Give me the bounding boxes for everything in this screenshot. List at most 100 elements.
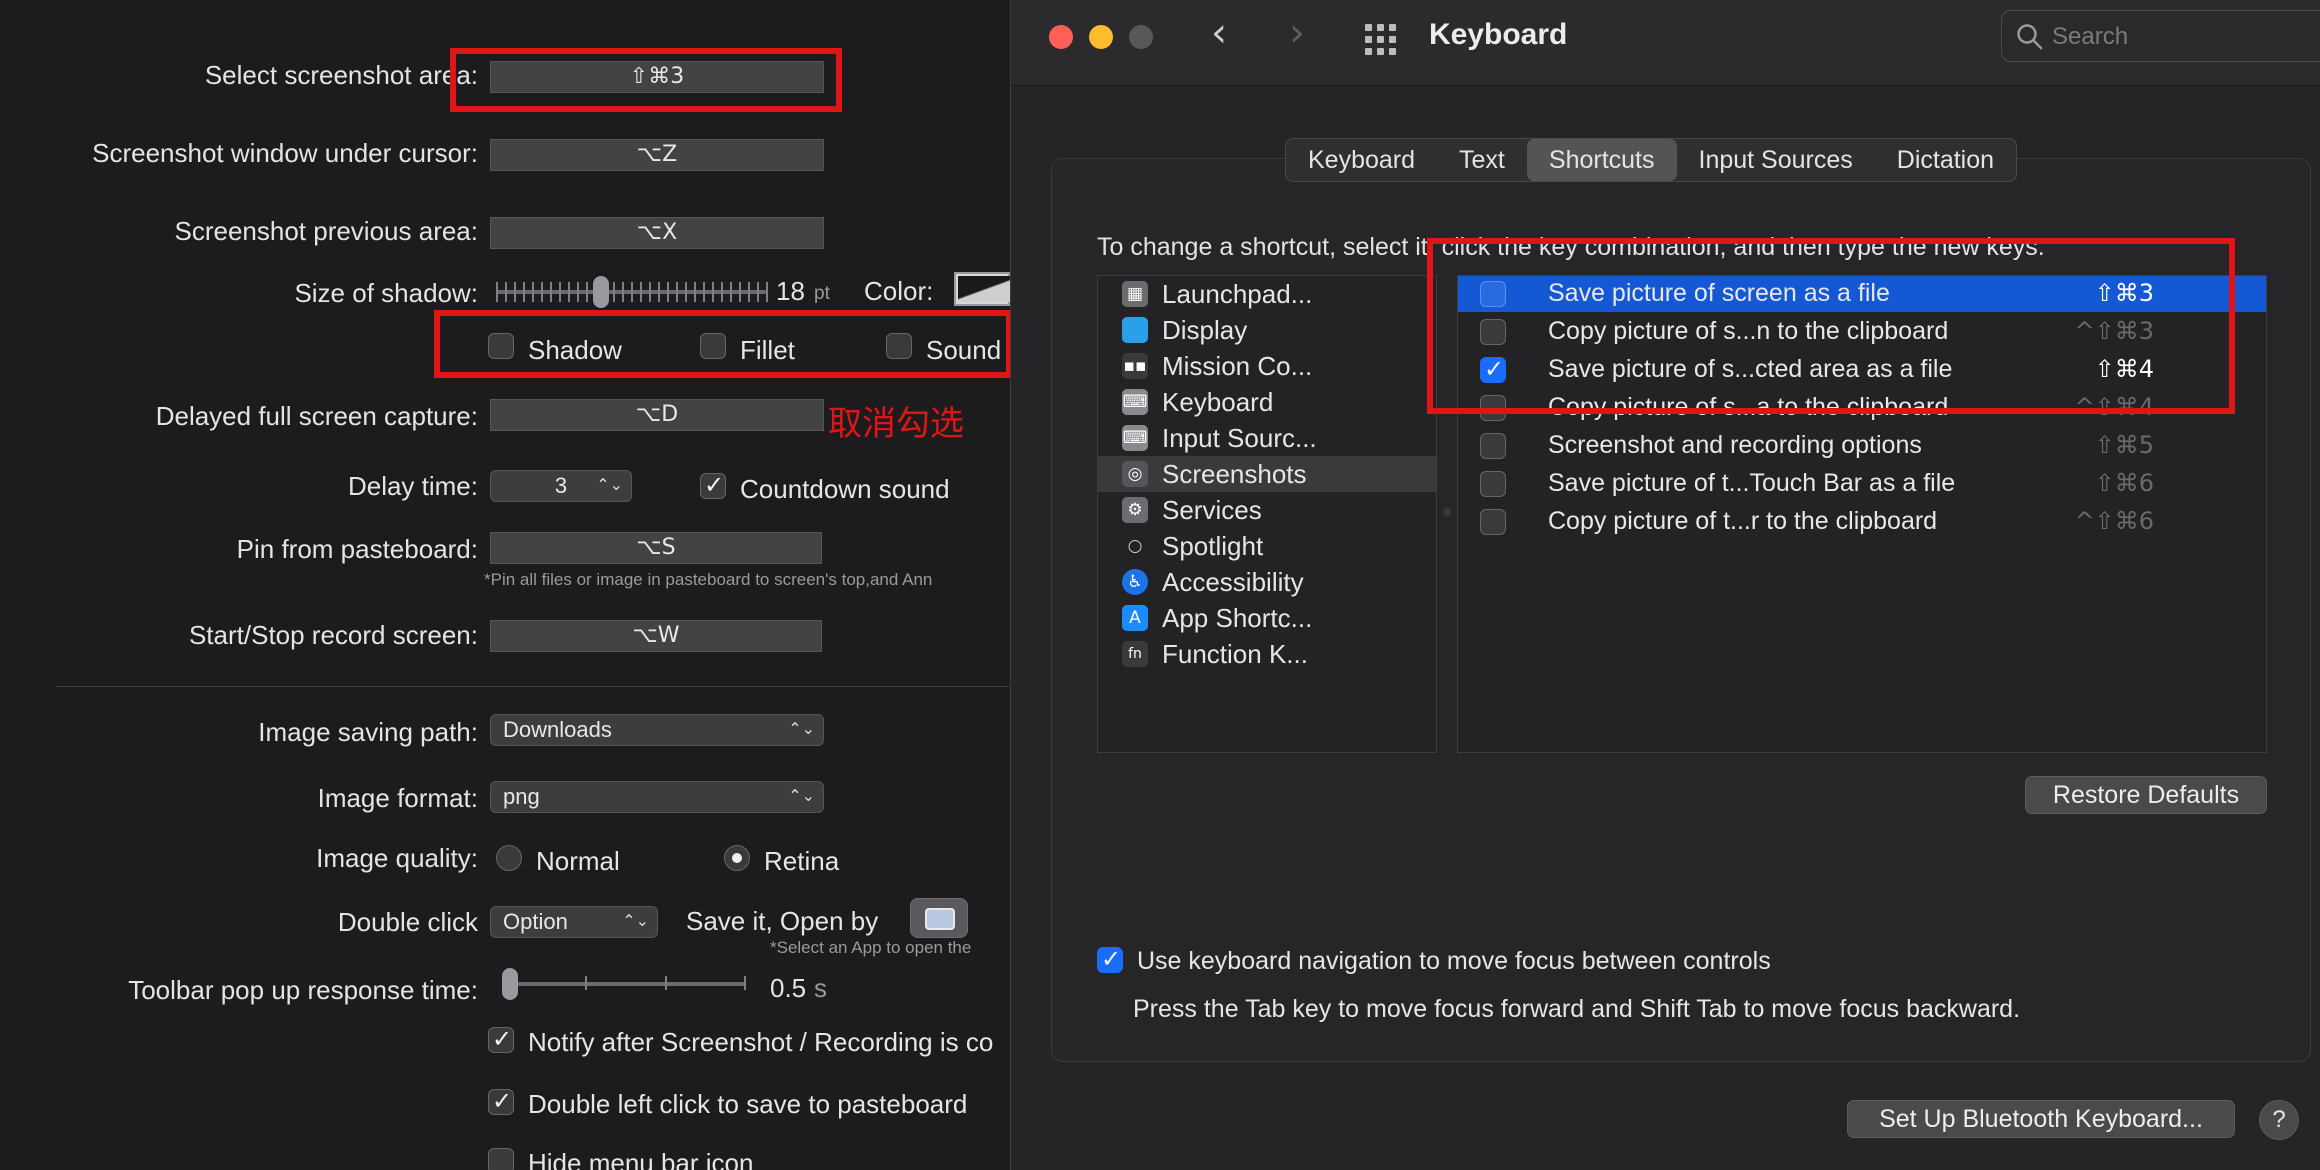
window-cursor-shortcut-field[interactable]: ⌥Z xyxy=(490,139,824,171)
category-item-accessibility[interactable]: ♿ Accessibility xyxy=(1098,564,1436,600)
category-item-services[interactable]: ⚙ Services xyxy=(1098,492,1436,528)
divider xyxy=(56,686,1010,687)
category-item-mission-control[interactable]: ▪▪ Mission Co... xyxy=(1098,348,1436,384)
screenshot-app-settings-panel: Select screenshot area: ⇧⌘3 Screenshot w… xyxy=(0,0,1010,1170)
search-input[interactable] xyxy=(2052,23,2302,51)
grid-icon[interactable] xyxy=(1363,22,1399,58)
hide-menu-bar-checkbox[interactable] xyxy=(488,1148,514,1170)
hide-menu-bar-label: Hide menu bar icon xyxy=(528,1148,754,1170)
toolbar-response-slider[interactable] xyxy=(502,968,746,1000)
split-handle[interactable] xyxy=(1443,508,1451,516)
category-list: ▦ Launchpad... Display ▪▪ Mission Co... ⌨ K… xyxy=(1097,275,1437,753)
category-item-function-keys[interactable]: fn Function K... xyxy=(1098,636,1436,672)
restore-defaults-button[interactable]: Restore Defaults xyxy=(2025,776,2267,814)
slider-tick xyxy=(739,282,741,302)
back-chevron-icon[interactable]: ‹ xyxy=(1211,10,1227,56)
keyboard-navigation-label: Use keyboard navigation to move focus be… xyxy=(1137,947,1771,975)
sound-checkbox[interactable] xyxy=(886,333,912,359)
category-item-launchpad[interactable]: ▦ Launchpad... xyxy=(1098,276,1436,312)
shadow-checkbox[interactable] xyxy=(488,333,514,359)
delay-time-label: Delay time: xyxy=(347,471,478,501)
tab-input-sources[interactable]: Input Sources xyxy=(1677,139,1875,181)
toolbar-response-label: Toolbar pop up response time: xyxy=(128,975,478,1005)
slider-tick xyxy=(703,282,705,302)
keyboard-navigation-checkbox[interactable] xyxy=(1097,945,1123,973)
image-format-select[interactable]: png ⌃⌄ xyxy=(490,781,824,813)
double-left-click-label: Double left click to save to pasteboard xyxy=(528,1089,968,1119)
notify-label: Notify after Screenshot / Recording is c… xyxy=(528,1027,994,1057)
shortcut-row[interactable]: Screenshot and recording options ⇧⌘5 xyxy=(1458,428,2266,464)
sound-checkbox-label: Sound xyxy=(926,335,1002,365)
slider-tick xyxy=(622,282,624,302)
app-store-icon: A xyxy=(1122,605,1148,631)
mission-control-icon: ▪▪ xyxy=(1122,353,1148,379)
double-click-note: *Select an App to open the xyxy=(770,938,972,957)
category-item-input-sources[interactable]: ⌨ Input Sourc... xyxy=(1098,420,1436,456)
saving-path-label: Image saving path: xyxy=(258,717,478,747)
help-button[interactable]: ? xyxy=(2259,1100,2299,1140)
minimize-button[interactable] xyxy=(1089,25,1113,49)
delayed-capture-shortcut-field[interactable]: ⌥D xyxy=(490,399,824,431)
keyboard-preferences-window: ‹ › Keyboard Keyboard Text Shortcuts Inp… xyxy=(1010,0,2320,1170)
saving-path-select[interactable]: Downloads ⌃⌄ xyxy=(490,714,824,746)
previous-area-shortcut-field[interactable]: ⌥X xyxy=(490,217,824,249)
slider-tick xyxy=(586,282,588,302)
zoom-button[interactable] xyxy=(1129,25,1153,49)
slider-tick xyxy=(496,282,498,302)
category-item-keyboard[interactable]: ⌨ Keyboard xyxy=(1098,384,1436,420)
category-item-spotlight[interactable]: ○ Spotlight xyxy=(1098,528,1436,564)
tab-keyboard[interactable]: Keyboard xyxy=(1286,139,1437,181)
double-click-select[interactable]: Option ⌃⌄ xyxy=(490,906,658,938)
slider-tick xyxy=(766,282,768,302)
shadow-size-unit: pt xyxy=(814,283,830,304)
preview-app-icon xyxy=(925,908,955,930)
select-area-label: Select screenshot area: xyxy=(204,60,478,90)
open-app-button[interactable] xyxy=(910,898,968,938)
close-button[interactable] xyxy=(1049,25,1073,49)
save-open-label: Save it, Open by xyxy=(686,906,879,936)
delay-time-stepper[interactable]: 3 ⌃⌄ xyxy=(490,470,632,502)
countdown-sound-checkbox[interactable] xyxy=(700,471,726,499)
quality-normal-radio[interactable] xyxy=(496,845,522,871)
shortcut-row[interactable]: Copy picture of t...r to the clipboard ^… xyxy=(1458,504,2266,540)
shortcut-checkbox[interactable] xyxy=(1480,509,1506,535)
quality-normal-label: Normal xyxy=(536,846,620,876)
tab-text[interactable]: Text xyxy=(1437,139,1527,181)
input-sources-icon: ⌨ xyxy=(1122,425,1148,451)
shadow-checkbox-label: Shadow xyxy=(528,335,622,365)
shortcut-checkbox[interactable] xyxy=(1480,471,1506,497)
bluetooth-keyboard-button[interactable]: Set Up Bluetooth Keyboard... xyxy=(1847,1100,2235,1138)
category-item-app-shortcuts[interactable]: A App Shortc... xyxy=(1098,600,1436,636)
color-label: Color: xyxy=(864,276,934,306)
fillet-checkbox[interactable] xyxy=(700,333,726,359)
shadow-color-well[interactable] xyxy=(954,272,1010,306)
record-shortcut-field[interactable]: ⌥W xyxy=(490,620,822,652)
slider-tick xyxy=(649,282,651,302)
slider-tick xyxy=(721,282,723,302)
quality-retina-label: Retina xyxy=(764,846,840,876)
quality-retina-radio[interactable] xyxy=(724,845,750,871)
tab-dictation[interactable]: Dictation xyxy=(1875,139,2016,181)
forward-chevron-icon[interactable]: › xyxy=(1289,10,1305,56)
notify-checkbox[interactable] xyxy=(488,1025,514,1053)
tab-shortcuts[interactable]: Shortcuts xyxy=(1526,139,1677,181)
category-item-screenshots[interactable]: ◎ Screenshots xyxy=(1098,456,1436,492)
shortcut-checkbox[interactable] xyxy=(1480,433,1506,459)
slider-thumb[interactable] xyxy=(502,968,518,1000)
shortcut-row[interactable]: Save picture of t...Touch Bar as a file … xyxy=(1458,466,2266,502)
category-item-display[interactable]: Display xyxy=(1098,312,1436,348)
slider-thumb[interactable] xyxy=(592,276,609,308)
previous-area-label: Screenshot previous area: xyxy=(174,216,478,246)
pin-shortcut-field[interactable]: ⌥S xyxy=(490,532,822,564)
saving-path-value: Downloads xyxy=(503,717,612,742)
annotation-highlight-box xyxy=(1427,238,2235,414)
slider-tick xyxy=(532,282,534,302)
stepper-arrows-icon: ⌃⌄ xyxy=(596,477,623,494)
delay-time-value: 3 xyxy=(554,473,568,498)
shadow-size-slider[interactable] xyxy=(496,276,768,308)
toolbar-response-value: 0.5 xyxy=(770,973,807,1003)
double-left-click-checkbox[interactable] xyxy=(488,1087,514,1115)
slider-tick xyxy=(757,282,759,302)
search-field[interactable] xyxy=(2001,10,2320,62)
shadow-size-value: 18 xyxy=(776,276,805,306)
